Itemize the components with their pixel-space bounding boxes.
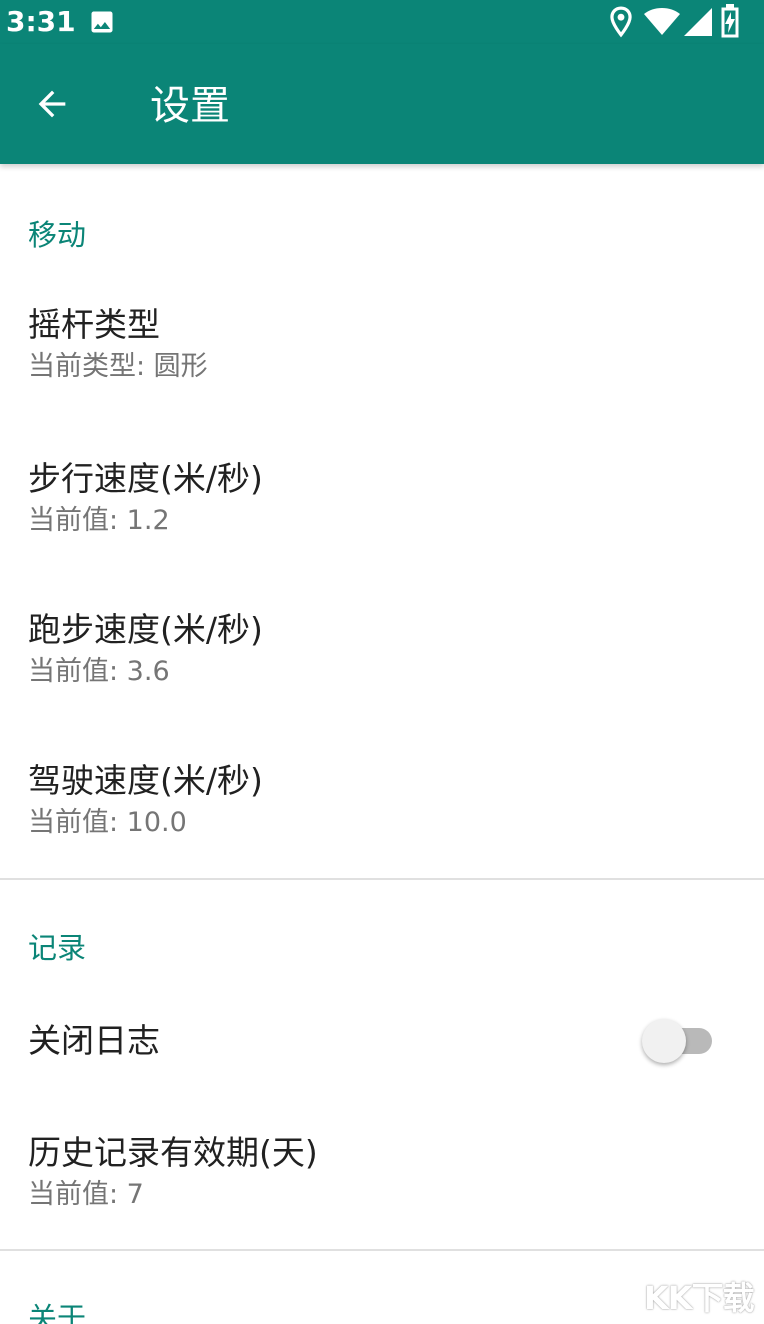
pref-close-log[interactable]: 关闭日志 — [0, 994, 764, 1090]
signal-icon — [684, 8, 712, 36]
section-header-about: 关于 — [28, 1301, 87, 1324]
pref-joystick-type[interactable]: 摇杆类型 当前类型: 圆形 — [0, 290, 764, 400]
app-bar: 设置 — [0, 44, 764, 164]
pref-title: 驾驶速度(米/秒) — [28, 761, 263, 800]
section-header-record: 记录 — [28, 931, 87, 965]
pref-summary: 当前类型: 圆形 — [28, 351, 208, 382]
back-button[interactable] — [22, 74, 82, 134]
pref-drive-speed[interactable]: 驾驶速度(米/秒) 当前值: 10.0 — [0, 746, 764, 856]
arrow-back-icon — [38, 90, 66, 118]
wifi-icon — [644, 8, 680, 35]
pref-summary: 当前值: 10.0 — [28, 807, 187, 838]
status-icons — [608, 4, 758, 38]
pref-title: 关闭日志 — [28, 1021, 160, 1060]
pref-summary: 当前值: 3.6 — [28, 656, 170, 687]
pref-title: 步行速度(米/秒) — [28, 459, 263, 498]
section-divider — [0, 878, 764, 880]
watermark: KK下载 — [644, 1279, 755, 1317]
section-header-movement: 移动 — [28, 218, 87, 252]
status-bar: 3:31 — [0, 0, 764, 44]
location-icon — [610, 6, 632, 38]
pref-title: 历史记录有效期(天) — [28, 1133, 318, 1172]
pref-run-speed[interactable]: 跑步速度(米/秒) 当前值: 3.6 — [0, 595, 764, 705]
status-time: 3:31 — [6, 5, 76, 38]
pref-summary: 当前值: 7 — [28, 1179, 144, 1210]
switch-thumb — [642, 1019, 686, 1063]
close-log-switch[interactable] — [642, 1019, 716, 1063]
image-icon — [88, 8, 116, 40]
section-divider — [0, 1249, 764, 1251]
battery-charging-icon — [721, 4, 739, 38]
pref-history-validity[interactable]: 历史记录有效期(天) 当前值: 7 — [0, 1120, 764, 1224]
pref-walk-speed[interactable]: 步行速度(米/秒) 当前值: 1.2 — [0, 444, 764, 554]
pref-title: 摇杆类型 — [28, 305, 160, 344]
pref-title: 跑步速度(米/秒) — [28, 610, 263, 649]
page-title: 设置 — [150, 83, 230, 129]
settings-screen: 3:31 设置 移动 摇杆类型 当前类型: 圆形 步行速度(米/秒) 当前值: … — [0, 0, 764, 1324]
pref-summary: 当前值: 1.2 — [28, 505, 170, 536]
